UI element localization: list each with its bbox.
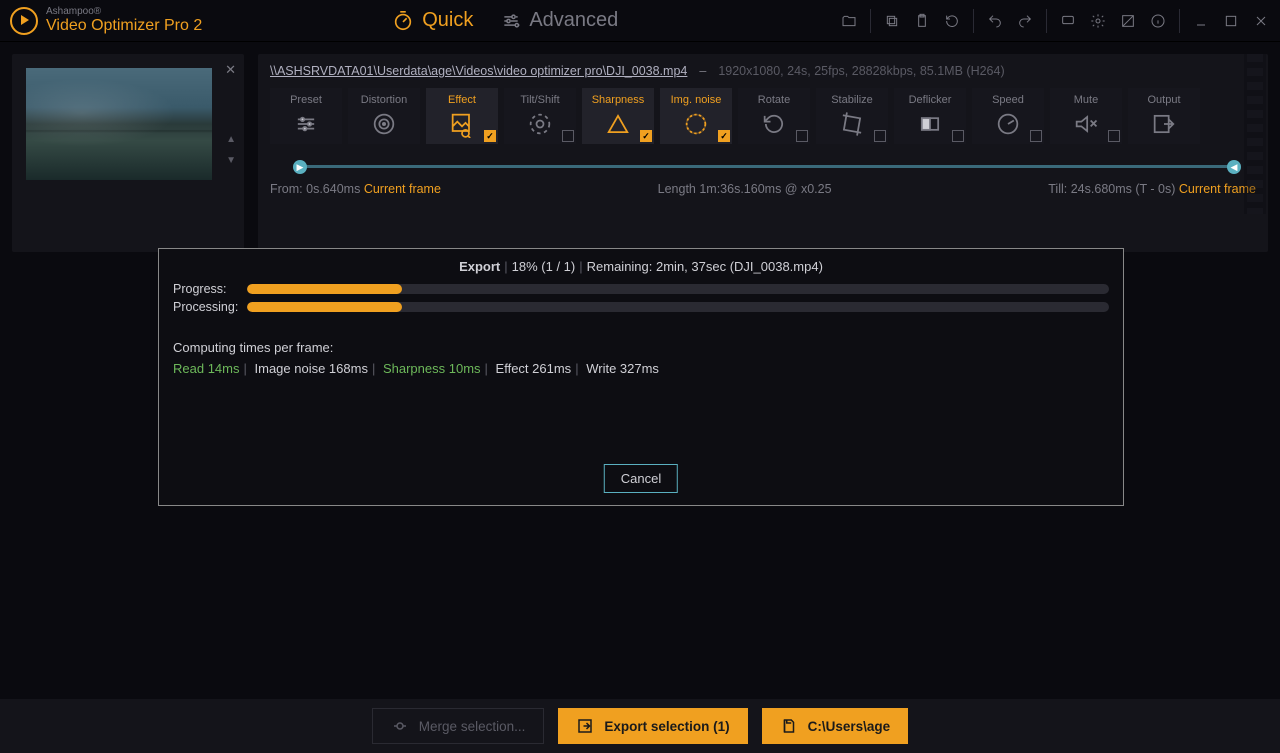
reset-icon[interactable]	[937, 6, 967, 36]
video-thumbnail[interactable]	[26, 68, 212, 180]
main-area: ✕ ▲ ▼ \\ASHSRVDATA01\Userdata\age\Videos…	[0, 42, 1280, 264]
remove-video-icon[interactable]: ✕	[225, 62, 236, 78]
from-current-frame[interactable]: Current frame	[364, 182, 441, 196]
info-icon[interactable]	[1143, 6, 1173, 36]
tile-tilt-shift[interactable]: Tilt/Shift	[504, 88, 576, 144]
timeline-from: From: 0s.640ms Current frame	[270, 182, 441, 196]
maximize-icon[interactable]	[1216, 6, 1246, 36]
redo-icon[interactable]	[1010, 6, 1040, 36]
tile-label: Stabilize	[831, 94, 873, 106]
export-selection-button[interactable]: Export selection (1)	[558, 708, 747, 744]
folder-icon[interactable]	[834, 6, 864, 36]
tile-rotate[interactable]: Rotate	[738, 88, 810, 144]
progress-bar	[247, 284, 1109, 294]
tile-effect[interactable]: Effect✓	[426, 88, 498, 144]
file-meta: 1920x1080, 24s, 25fps, 28828kbps, 85.1MB…	[718, 64, 1004, 78]
target-icon	[370, 110, 398, 138]
fullscreen-icon[interactable]	[1113, 6, 1143, 36]
sliders-icon	[292, 110, 320, 138]
move-up-icon[interactable]: ▲	[226, 134, 236, 145]
triangle-icon	[604, 110, 632, 138]
copy-icon[interactable]	[877, 6, 907, 36]
computing-times-label: Computing times per frame:	[173, 340, 1109, 355]
app-logo-icon	[10, 7, 38, 35]
merge-selection-button[interactable]: Merge selection...	[372, 708, 545, 744]
crop-icon	[838, 110, 866, 138]
move-down-icon[interactable]: ▼	[226, 155, 236, 166]
titlebar: Ashampoo® Video Optimizer Pro 2 Quick Ad…	[0, 0, 1280, 42]
tile-label: Img. noise	[671, 94, 722, 106]
tile-distortion[interactable]: Distortion	[348, 88, 420, 144]
undo-icon[interactable]	[980, 6, 1010, 36]
export-title: Export|18% (1 / 1)|Remaining: 2min, 37se…	[173, 259, 1109, 274]
feedback-icon[interactable]	[1053, 6, 1083, 36]
file-path[interactable]: \\ASHSRVDATA01\Userdata\age\Videos\video…	[270, 64, 687, 78]
contrast-icon	[916, 110, 944, 138]
filmstrip-decoration	[1244, 54, 1266, 214]
mode-tabs: Quick Advanced	[392, 9, 618, 32]
sidebar-thumbnails: ✕ ▲ ▼	[12, 54, 244, 252]
processing-label: Processing:	[173, 300, 233, 314]
timeline-till: Till: 24s.680ms (T - 0s) Current frame	[1048, 182, 1256, 196]
tile-img-noise[interactable]: Img. noise✓	[660, 88, 732, 144]
settings-icon[interactable]	[1083, 6, 1113, 36]
tile-label: Tilt/Shift	[520, 94, 559, 106]
tile-label: Output	[1147, 94, 1180, 106]
tile-label: Preset	[290, 94, 322, 106]
tile-speed[interactable]: Speed	[972, 88, 1044, 144]
tile-label: Mute	[1074, 94, 1098, 106]
tab-quick[interactable]: Quick	[392, 9, 473, 32]
image-fx-icon	[448, 110, 476, 138]
output-icon	[1150, 110, 1178, 138]
progress-label: Progress:	[173, 282, 233, 296]
export-dialog: Export|18% (1 / 1)|Remaining: 2min, 37se…	[158, 248, 1124, 506]
minimize-icon[interactable]	[1186, 6, 1216, 36]
tile-preset[interactable]: Preset	[270, 88, 342, 144]
globe-icon	[682, 110, 710, 138]
tile-label: Deflicker	[909, 94, 952, 106]
paste-icon[interactable]	[907, 6, 937, 36]
bottombar: Merge selection... Export selection (1) …	[0, 699, 1280, 753]
mute-icon	[1072, 110, 1100, 138]
close-icon[interactable]	[1246, 6, 1276, 36]
tile-label: Sharpness	[592, 94, 645, 106]
output-path-button[interactable]: C:\Users\age	[762, 708, 909, 744]
rotate-icon	[760, 110, 788, 138]
tile-stabilize[interactable]: Stabilize	[816, 88, 888, 144]
tile-sharpness[interactable]: Sharpness✓	[582, 88, 654, 144]
tab-advanced[interactable]: Advanced	[501, 9, 618, 32]
workzone: \\ASHSRVDATA01\Userdata\age\Videos\video…	[258, 54, 1268, 252]
timeline-length: Length 1m:36s.160ms @ x0.25	[658, 182, 832, 196]
tile-label: Rotate	[758, 94, 790, 106]
cancel-button[interactable]: Cancel	[604, 464, 678, 493]
tile-label: Effect	[448, 94, 476, 106]
tile-mute[interactable]: Mute	[1050, 88, 1122, 144]
timeline-end-handle[interactable]: ◀	[1227, 160, 1241, 174]
timeline-start-handle[interactable]: ▶	[293, 160, 307, 174]
computing-times: Read 14ms| Image noise 168ms| Sharpness …	[173, 361, 1109, 376]
aperture-icon	[526, 110, 554, 138]
tile-label: Distortion	[361, 94, 407, 106]
effect-tiles: Preset Distortion Effect✓ Tilt/Shift Sharpne…	[270, 88, 1256, 144]
processing-bar	[247, 302, 1109, 312]
timeline[interactable]: ▶ ◀	[270, 158, 1256, 176]
tile-label: Speed	[992, 94, 1024, 106]
tile-deflicker[interactable]: Deflicker	[894, 88, 966, 144]
tile-output[interactable]: Output	[1128, 88, 1200, 144]
gauge-icon	[994, 110, 1022, 138]
app-brand: Ashampoo® Video Optimizer Pro 2	[46, 6, 202, 35]
title-actions	[834, 0, 1276, 41]
